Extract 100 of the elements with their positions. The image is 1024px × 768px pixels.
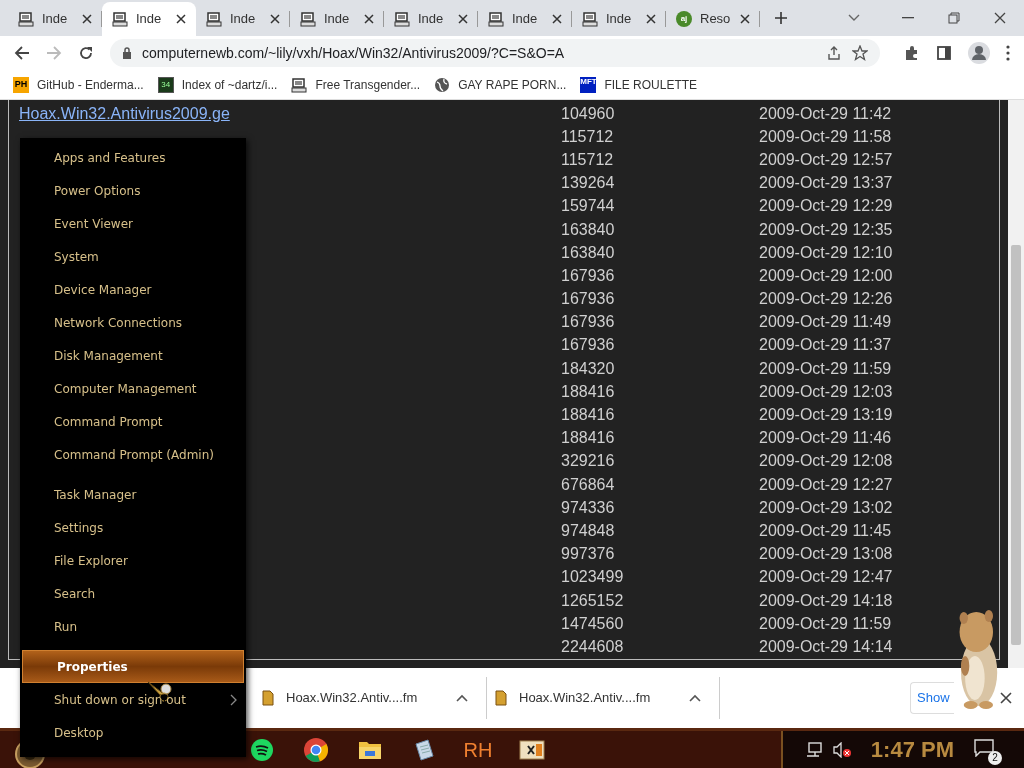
file-date: 2009-Oct-29 11:45 — [759, 520, 892, 541]
tab-title: Reso — [700, 10, 732, 29]
bookmark[interactable]: GAY RAPE PORN... — [434, 75, 567, 94]
file-date: 2009-Oct-29 13:02 — [759, 497, 893, 518]
menu-item[interactable]: Desktop — [20, 716, 246, 749]
file-size: 997376 — [561, 544, 616, 565]
file-date: 2009-Oct-29 12:27 — [759, 474, 893, 495]
close-icon[interactable] — [270, 14, 280, 24]
file-size: 1474560 — [561, 613, 625, 634]
file-date: 2009-Oct-29 12:26 — [759, 289, 893, 310]
browser-tab[interactable]: Inde — [8, 2, 102, 36]
caret-icon[interactable] — [689, 694, 701, 702]
close-icon[interactable] — [82, 14, 92, 24]
download-item[interactable]: Hoax.Win32.Antiv....fm — [487, 677, 720, 719]
browser-tab[interactable]: aj Reso — [666, 2, 760, 36]
menu-item[interactable]: Computer Management — [20, 372, 246, 405]
profile-icon[interactable] — [968, 42, 990, 64]
file-size: 159744 — [561, 196, 616, 217]
computer-icon — [300, 11, 316, 27]
menu-icon[interactable] — [1006, 45, 1010, 61]
file-date: 2009-Oct-29 12:47 — [759, 567, 893, 588]
clock[interactable]: 1:47 PM — [870, 733, 954, 766]
file-date: 2009-Oct-29 13:08 — [759, 544, 893, 565]
browser-tab[interactable]: Inde — [478, 2, 572, 36]
tab-title: Inde — [606, 10, 633, 29]
side-panel-icon[interactable] — [936, 45, 952, 61]
lock-icon — [122, 47, 132, 59]
puzzle-icon[interactable] — [904, 45, 920, 61]
bookmark[interactable]: MFT FILE ROULETTE — [580, 75, 698, 94]
browser-tab[interactable]: Inde — [384, 2, 478, 36]
file-date: 2009-Oct-29 11:58 — [759, 126, 892, 147]
back-icon[interactable] — [14, 45, 30, 61]
file-size: 104960 — [561, 103, 616, 124]
file-date: 2009-Oct-29 11:42 — [759, 103, 892, 124]
browser-tab[interactable]: Inde — [102, 2, 196, 36]
menu-item[interactable]: Power Options — [20, 174, 246, 207]
close-icon[interactable] — [458, 14, 468, 24]
menu-item[interactable]: Device Manager — [20, 273, 246, 306]
new-tab-icon[interactable] — [774, 11, 788, 25]
file-size: 163840 — [561, 242, 616, 263]
star-icon[interactable] — [852, 45, 868, 61]
menu-item[interactable]: Settings — [20, 511, 246, 544]
reload-icon[interactable] — [78, 45, 94, 61]
file-link[interactable]: Hoax.Win32.Antivirus2009.ge — [19, 101, 561, 126]
menu-item[interactable]: Apps and Features — [20, 141, 246, 174]
menu-item[interactable]: Command Prompt — [20, 405, 246, 438]
bookmark[interactable]: Free Transgender... — [291, 75, 421, 94]
network-icon[interactable] — [804, 741, 823, 758]
caret-icon[interactable] — [456, 694, 468, 702]
browser-tab[interactable]: Inde — [572, 2, 666, 36]
menu-item[interactable]: Properties — [22, 650, 244, 683]
muted-speaker-icon[interactable] — [832, 741, 851, 758]
menu-item[interactable]: Search — [20, 577, 246, 610]
menu-item[interactable]: Task Manager — [20, 478, 246, 511]
close-icon[interactable] — [740, 14, 750, 24]
close-icon[interactable] — [646, 14, 656, 24]
file-size: 676864 — [561, 474, 616, 495]
bookmark[interactable]: PH GitHub - Enderma... — [13, 75, 144, 94]
file-date: 2009-Oct-29 11:59 — [759, 358, 892, 379]
globe-icon — [434, 76, 451, 93]
file-size: 188416 — [561, 428, 616, 449]
share-icon[interactable] — [826, 45, 842, 61]
minimize-icon[interactable] — [902, 17, 914, 19]
browser-tab[interactable]: Inde — [290, 2, 384, 36]
file-date: 2009-Oct-29 12:35 — [759, 219, 893, 240]
file-size: 1023499 — [561, 567, 625, 588]
file-date: 2009-Oct-29 12:10 — [759, 242, 893, 263]
menu-item[interactable]: File Explorer — [20, 544, 246, 577]
tab-title: Inde — [42, 10, 69, 29]
file-size: 974336 — [561, 497, 616, 518]
close-icon[interactable] — [176, 14, 186, 24]
browser-tab[interactable]: Inde — [196, 2, 290, 36]
file-date: 2009-Oct-29 12:00 — [759, 265, 893, 286]
file-size: 184320 — [561, 358, 616, 379]
close-icon[interactable] — [552, 14, 562, 24]
close-icon[interactable] — [994, 12, 1006, 24]
menu-item[interactable]: Shut down or sign out — [20, 683, 246, 716]
download-item[interactable]: Hoax.Win32.Antiv....fm — [254, 677, 487, 719]
close-icon[interactable] — [364, 14, 374, 24]
tab-title: Inde — [418, 10, 445, 29]
menu-item[interactable]: Command Prompt (Admin) — [20, 438, 246, 471]
menu-item[interactable]: System — [20, 240, 246, 273]
file-date: 2009-Oct-29 11:37 — [759, 335, 892, 356]
menu-item[interactable]: Event Viewer — [20, 207, 246, 240]
menu-item[interactable]: Network Connections — [20, 306, 246, 339]
restore-icon[interactable] — [948, 12, 960, 24]
file-size: 139264 — [561, 173, 616, 194]
menu-item[interactable]: Disk Management — [20, 339, 246, 372]
site-icon: MFT — [580, 76, 597, 93]
tab-title: Inde — [230, 10, 257, 29]
chevron-down-icon[interactable] — [848, 14, 860, 22]
show-all-button[interactable]: Show — [910, 682, 954, 714]
close-icon[interactable] — [1000, 692, 1012, 704]
scrollbar[interactable] — [1008, 100, 1024, 668]
computer-icon — [18, 11, 34, 27]
file-date: 2009-Oct-29 11:46 — [759, 428, 892, 449]
app-button[interactable]: RH — [462, 732, 494, 767]
bookmark[interactable]: 34 Index of ~dartz/i... — [157, 75, 278, 94]
file-date: 2009-Oct-29 12:57 — [759, 149, 893, 170]
menu-item[interactable]: Run — [20, 610, 246, 643]
